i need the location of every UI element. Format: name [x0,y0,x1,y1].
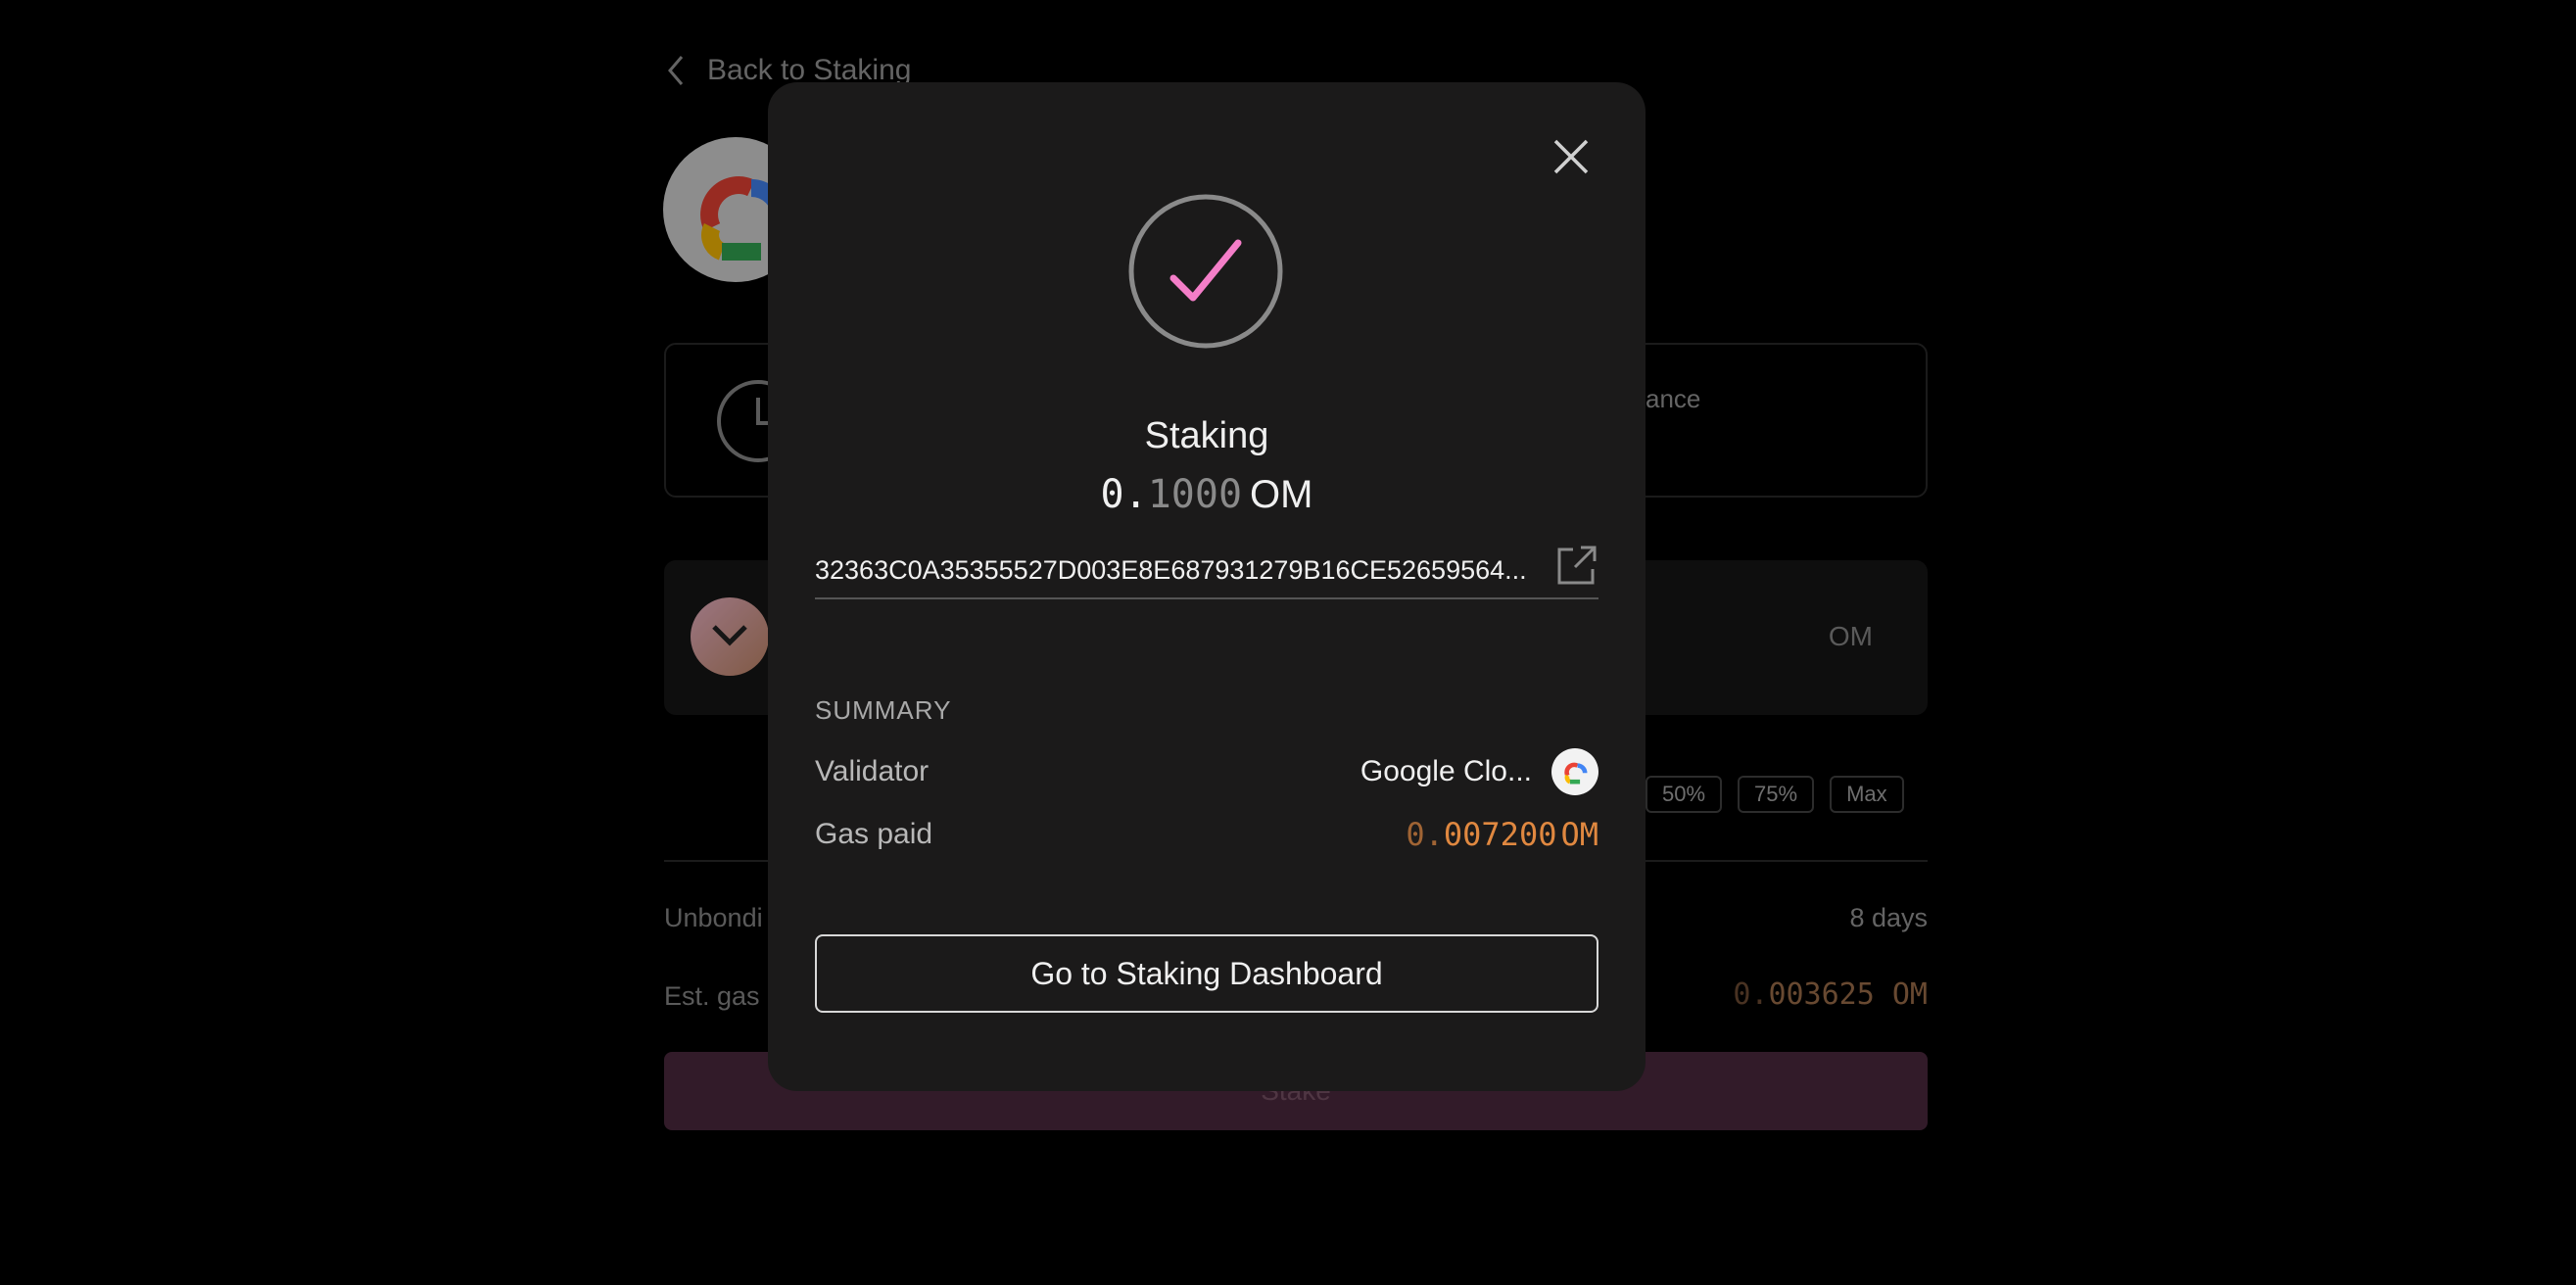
gas-paid-value: 0.007200 OM [1406,816,1598,853]
staking-success-modal: Staking 0.1000 OM 32363C0A35355527D003E8E… [768,82,1646,1091]
go-to-dashboard-button[interactable]: Go to Staking Dashboard [815,934,1598,1013]
gas-frac: 007200 [1443,816,1557,853]
amount-frac: 1000 [1147,472,1243,517]
validator-name: Google Clo... [1360,755,1532,787]
amount-int: 0. [1100,472,1148,517]
gas-paid-label: Gas paid [815,818,933,850]
modal-title: Staking [1144,415,1269,456]
validator-value: Google Clo... [1360,748,1598,795]
validator-label: Validator [815,755,930,787]
staked-amount: 0.1000 OM [768,472,1646,517]
validator-row: Validator Google Clo... [815,744,1598,799]
external-link-icon[interactable] [1555,544,1598,587]
tx-hash[interactable]: 32363C0A35355527D003E8E687931279B16CE526… [815,555,1527,586]
tx-hash-row: 32363C0A35355527D003E8E687931279B16CE526… [815,543,1598,599]
summary-heading: SUMMARY [815,695,952,725]
validator-logo [1551,748,1598,795]
check-circle-icon [1128,194,1283,349]
amount-unit: OM [1250,473,1313,516]
gas-int: 0. [1406,816,1444,853]
google-cloud-icon [1564,762,1588,785]
gas-unit: OM [1560,816,1598,853]
close-button[interactable] [1540,125,1602,188]
close-icon [1553,139,1589,174]
gas-paid-row: Gas paid 0.007200 OM [815,807,1598,862]
